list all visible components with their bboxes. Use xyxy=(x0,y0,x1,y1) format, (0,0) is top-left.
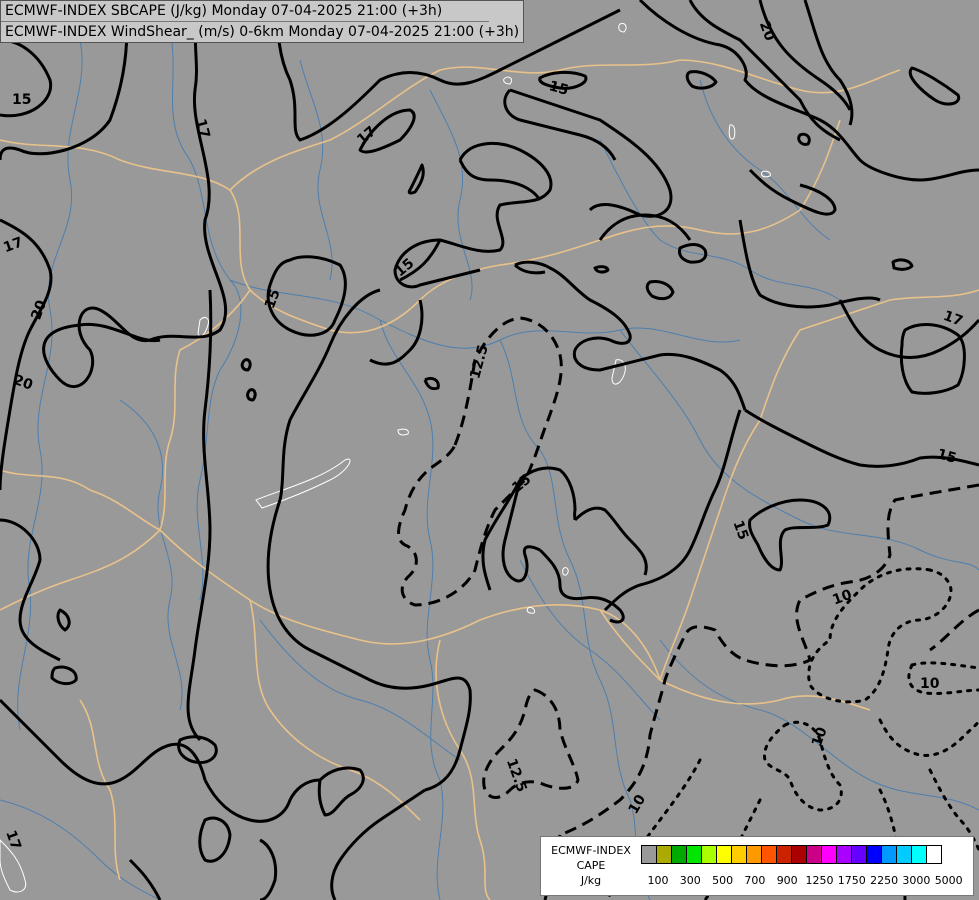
contour-label: 15 xyxy=(12,92,31,108)
weather-map: 15 17 17 17 20 20 20 15 15 15 12.5 15 17… xyxy=(0,0,979,900)
legend-swatch xyxy=(851,845,867,864)
legend-swatch xyxy=(686,845,702,864)
legend-swatch xyxy=(836,845,852,864)
legend-tick: 100 xyxy=(647,874,669,887)
legend-swatch xyxy=(716,845,732,864)
legend-swatch xyxy=(656,845,672,864)
legend-tick: 300 xyxy=(679,874,701,887)
legend-tick: 900 xyxy=(776,874,798,887)
legend-variable: CAPE xyxy=(576,859,606,872)
title-line-windshear: ECMWF-INDEX WindShear_ (m/s) 0-6km Monda… xyxy=(5,24,520,40)
legend-swatch xyxy=(911,845,927,864)
map-title: ECMWF-INDEX SBCAPE (J/kg) Monday 07-04-2… xyxy=(0,0,525,43)
legend-tick: 500 xyxy=(712,874,734,887)
legend-swatch xyxy=(881,845,897,864)
map-canvas: 15 17 17 17 20 20 20 15 15 15 12.5 15 17… xyxy=(0,0,979,900)
contour-label: 10 xyxy=(920,676,940,692)
legend-swatch xyxy=(896,845,912,864)
legend-swatch xyxy=(671,845,687,864)
cape-legend: ECMWF-INDEX CAPE J/kg 100 300 500 700 900 125… xyxy=(540,836,974,896)
legend-tick: 700 xyxy=(744,874,766,887)
legend-swatch xyxy=(776,845,792,864)
legend-color-bar xyxy=(641,845,942,864)
legend-swatch xyxy=(926,845,942,864)
legend-ticks: 100 300 500 700 900 1250 1750 2250 3000 5000 xyxy=(641,874,971,888)
legend-swatch xyxy=(746,845,762,864)
legend-swatch xyxy=(761,845,777,864)
legend-unit: J/kg xyxy=(580,874,602,887)
legend-swatch xyxy=(791,845,807,864)
title-line-cape: ECMWF-INDEX SBCAPE (J/kg) Monday 07-04-2… xyxy=(1,1,489,22)
legend-swatch xyxy=(866,845,882,864)
legend-label: ECMWF-INDEX CAPE J/kg xyxy=(543,843,639,888)
legend-swatch xyxy=(701,845,717,864)
legend-swatch xyxy=(731,845,747,864)
legend-swatch xyxy=(641,845,657,864)
legend-tick: 2250 xyxy=(870,874,899,887)
legend-tick: 1250 xyxy=(805,874,834,887)
legend-tick: 3000 xyxy=(902,874,931,887)
legend-tick: 5000 xyxy=(934,874,963,887)
legend-tick: 1750 xyxy=(837,874,866,887)
legend-swatch xyxy=(821,845,837,864)
legend-swatch xyxy=(806,845,822,864)
legend-source: ECMWF-INDEX xyxy=(551,844,631,857)
